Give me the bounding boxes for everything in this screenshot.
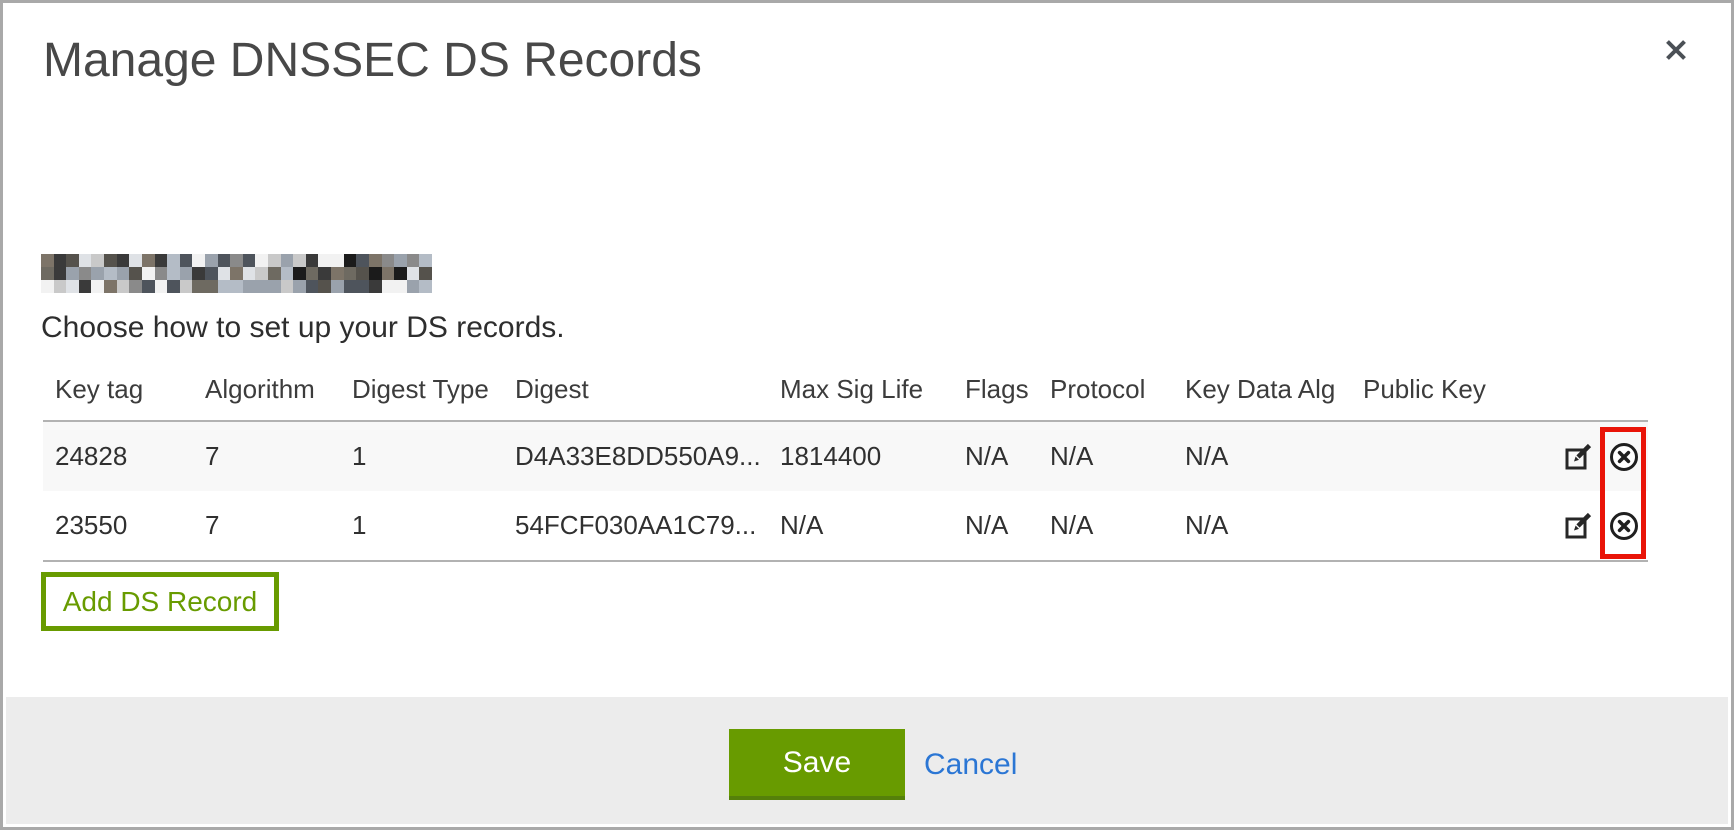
column-header-digest-type: Digest Type (340, 353, 503, 421)
cell-key-data-alg: N/A (1173, 421, 1351, 491)
cell-key-tag: 24828 (43, 421, 193, 491)
edit-record-button[interactable] (1563, 442, 1593, 472)
table-row: 23550 7 1 54FCF030AA1C79... N/A N/A N/A … (43, 491, 1648, 561)
save-button[interactable]: Save (729, 729, 905, 800)
cell-digest: D4A33E8DD550A9... (503, 421, 768, 491)
edit-record-button[interactable] (1563, 511, 1593, 541)
close-icon (1664, 38, 1688, 62)
cell-digest-type: 1 (340, 421, 503, 491)
column-header-public-key: Public Key (1351, 353, 1551, 421)
table-row: 24828 7 1 D4A33E8DD550A9... 1814400 N/A … (43, 421, 1648, 491)
table-header-row: Key tag Algorithm Digest Type Digest Max… (43, 353, 1648, 421)
edit-pencil-icon (1563, 511, 1593, 541)
cancel-link[interactable]: Cancel (924, 729, 1017, 800)
delete-record-button[interactable] (1608, 441, 1640, 473)
cell-actions (1551, 421, 1648, 491)
cell-algorithm: 7 (193, 421, 340, 491)
column-header-flags: Flags (953, 353, 1038, 421)
column-header-digest: Digest (503, 353, 768, 421)
redacted-domain (41, 254, 432, 293)
delete-x-circle-icon (1608, 441, 1640, 473)
cell-key-tag: 23550 (43, 491, 193, 561)
cell-digest-type: 1 (340, 491, 503, 561)
cell-max-sig-life: 1814400 (768, 421, 953, 491)
cell-key-data-alg: N/A (1173, 491, 1351, 561)
close-button[interactable] (1659, 33, 1693, 67)
cell-max-sig-life: N/A (768, 491, 953, 561)
ds-records-table: Key tag Algorithm Digest Type Digest Max… (43, 353, 1648, 562)
column-header-max-sig-life: Max Sig Life (768, 353, 953, 421)
cell-digest: 54FCF030AA1C79... (503, 491, 768, 561)
delete-record-button[interactable] (1608, 510, 1640, 542)
column-header-algorithm: Algorithm (193, 353, 340, 421)
cell-actions (1551, 491, 1648, 561)
column-header-key-tag: Key tag (43, 353, 193, 421)
delete-x-circle-icon (1608, 510, 1640, 542)
cell-public-key (1351, 421, 1551, 491)
cell-flags: N/A (953, 491, 1038, 561)
cell-protocol: N/A (1038, 491, 1173, 561)
cell-protocol: N/A (1038, 421, 1173, 491)
instruction-text: Choose how to set up your DS records. (41, 311, 565, 345)
cell-public-key (1351, 491, 1551, 561)
modal-dialog: Manage DNSSEC DS Records Choose how to s… (0, 0, 1734, 830)
modal-title: Manage DNSSEC DS Records (43, 33, 702, 88)
cell-algorithm: 7 (193, 491, 340, 561)
column-header-actions (1551, 353, 1648, 421)
edit-pencil-icon (1563, 442, 1593, 472)
add-ds-record-button[interactable]: Add DS Record (41, 572, 279, 631)
cell-flags: N/A (953, 421, 1038, 491)
column-header-key-data-alg: Key Data Alg (1173, 353, 1351, 421)
column-header-protocol: Protocol (1038, 353, 1173, 421)
